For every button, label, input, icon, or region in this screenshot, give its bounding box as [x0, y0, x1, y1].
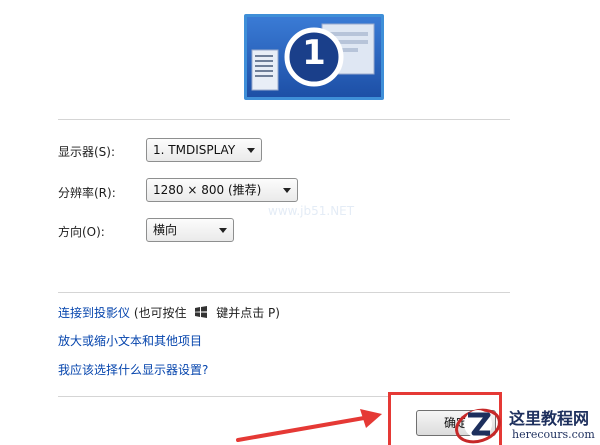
chevron-down-icon: [219, 228, 227, 233]
orientation-value: 横向: [153, 223, 178, 237]
projector-note-suffix: 键并点击 P): [216, 306, 280, 320]
connect-projector-link[interactable]: 连接到投影仪: [58, 306, 130, 320]
orientation-dropdown[interactable]: 横向: [146, 218, 234, 242]
text-size-link[interactable]: 放大或缩小文本和其他项目: [58, 332, 202, 349]
resolution-label: 分辨率(R):: [58, 186, 116, 200]
display-dropdown[interactable]: 1. TMDISPLAY: [146, 138, 262, 162]
divider-bottom: [58, 396, 388, 397]
which-settings-link[interactable]: 我应该选择什么显示器设置?: [58, 361, 208, 378]
monitor-number: 1: [302, 33, 326, 73]
chevron-down-icon: [247, 148, 255, 153]
projector-note-prefix: (也可按住: [133, 306, 187, 320]
resolution-value: 1280 × 800 (推荐): [153, 183, 262, 197]
faint-watermark: www.jb51.NET: [268, 204, 355, 218]
annotation-arrow-icon: [236, 409, 382, 442]
site-url: herecours.com: [512, 428, 595, 441]
orientation-label: 方向(O):: [58, 225, 105, 239]
resolution-dropdown[interactable]: 1280 × 800 (推荐): [146, 178, 298, 202]
display-value: 1. TMDISPLAY: [153, 143, 236, 157]
chevron-down-icon: [283, 188, 291, 193]
divider-top: [58, 119, 510, 120]
projector-row: 连接到投影仪 (也可按住 键并点击 P): [58, 304, 280, 321]
windows-key-icon: [195, 306, 208, 318]
divider-middle: [58, 292, 510, 293]
site-logo-icon: [455, 408, 501, 444]
display-label: 显示器(S):: [58, 145, 116, 159]
site-name: 这里教程网: [509, 409, 590, 428]
